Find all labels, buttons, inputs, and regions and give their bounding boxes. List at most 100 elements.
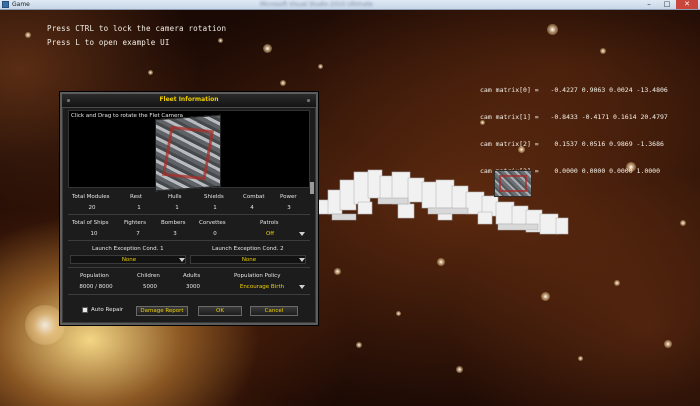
launch-cond1-label: Launch Exception Cond. 1 <box>92 246 164 252</box>
value-total-modules: 20 <box>88 205 96 211</box>
launch-cond2-select[interactable]: None <box>190 255 306 264</box>
value-rest: 1 <box>137 205 141 211</box>
divider <box>68 267 310 268</box>
patrols-select-value[interactable]: Off <box>260 231 280 237</box>
dialog-title: Fleet Information <box>159 96 219 103</box>
value-corvettes: 0 <box>213 231 217 237</box>
rune-cube-module <box>494 170 532 197</box>
value-bombers: 3 <box>173 231 177 237</box>
launch-cond1-value: None <box>121 257 137 263</box>
preview-module-cube <box>155 114 221 192</box>
fleet-ship-model[interactable] <box>317 162 578 252</box>
ship-block <box>339 179 357 211</box>
ship-block <box>407 177 425 203</box>
dialog-scrollbar[interactable] <box>310 182 314 194</box>
header-hulls: Hulls <box>168 194 182 200</box>
rune-icon <box>161 125 215 181</box>
cam-matrix-row: cam matrix[0] = -0.4227 0.9063 0.0024 -1… <box>480 86 668 94</box>
star <box>396 311 401 316</box>
header-population: Population <box>80 273 109 279</box>
damage-report-button[interactable]: Damage Report <box>136 306 188 316</box>
ship-block-shade <box>377 197 409 205</box>
value-children: 5000 <box>143 284 157 290</box>
header-total-ships: Total of Ships <box>72 220 109 226</box>
header-corvettes: Corvettes <box>199 220 226 226</box>
divider <box>68 294 310 295</box>
star <box>664 340 672 348</box>
auto-repair-label: Auto Repair <box>91 307 124 313</box>
ok-button[interactable]: OK <box>198 306 242 316</box>
star <box>356 342 362 348</box>
star <box>25 32 31 38</box>
fleet-camera-preview[interactable]: Click and Drag to rotate the Flet Camera <box>68 110 310 192</box>
ship-block <box>435 179 455 211</box>
star <box>547 24 558 35</box>
header-fighters: Fighters <box>124 220 146 226</box>
value-fighters: 7 <box>136 231 140 237</box>
star <box>456 366 463 373</box>
header-patrols: Patrols <box>260 220 279 226</box>
star <box>334 268 341 275</box>
chevron-down-icon[interactable] <box>299 232 305 236</box>
ship-blocks <box>317 169 569 235</box>
ship-block <box>451 185 469 211</box>
window-title: Game <box>12 1 30 8</box>
ship-block <box>353 171 371 205</box>
header-bombers: Bombers <box>161 220 186 226</box>
value-power: 3 <box>287 205 291 211</box>
star <box>600 48 606 54</box>
star <box>437 258 445 266</box>
star <box>578 356 583 361</box>
hint-camera-lock: Press CTRL to lock the camera rotation <box>47 24 227 33</box>
ship-block-shade <box>331 213 357 221</box>
chevron-down-icon[interactable] <box>299 285 305 289</box>
star <box>148 70 153 75</box>
header-rest: Rest <box>130 194 142 200</box>
ship-block <box>539 213 559 235</box>
header-children: Children <box>137 273 160 279</box>
value-population: 8000 / 8000 <box>79 284 113 290</box>
hint-example-ui: Press L to open example UI <box>47 38 170 47</box>
value-adults: 3000 <box>186 284 200 290</box>
window-titlebar: Game Microsoft Visual Studio 2010 Ultima… <box>0 0 700 10</box>
chevron-down-icon <box>299 258 305 262</box>
fleet-information-dialog: Fleet Information Click and Drag to rota… <box>60 92 318 325</box>
divider <box>68 240 310 241</box>
cancel-button[interactable]: Cancel <box>250 306 298 316</box>
divider <box>68 214 310 215</box>
header-total-modules: Total Modules <box>72 194 110 200</box>
star <box>218 38 223 43</box>
minimize-button[interactable]: – <box>640 0 658 9</box>
value-shields: 1 <box>213 205 217 211</box>
star <box>541 292 550 301</box>
cam-matrix-row: cam matrix[1] = -0.8433 -0.4171 0.1614 2… <box>480 113 668 121</box>
star <box>680 220 686 226</box>
app-icon <box>2 1 9 8</box>
header-power: Power <box>280 194 297 200</box>
chevron-down-icon <box>179 258 185 262</box>
close-button[interactable]: ✕ <box>676 0 698 9</box>
ship-block <box>421 181 439 209</box>
ship-block <box>495 201 515 225</box>
header-shields: Shields <box>204 194 224 200</box>
maximize-button[interactable]: □ <box>658 0 676 9</box>
launch-cond1-select[interactable]: None <box>70 255 186 264</box>
value-combat: 4 <box>250 205 254 211</box>
header-combat: Combat <box>243 194 265 200</box>
cam-matrix-row: cam matrix[2] = 0.1537 0.0516 0.9869 -1.… <box>480 140 664 148</box>
ship-block <box>477 211 493 225</box>
value-total-ships: 10 <box>90 231 98 237</box>
ship-block-shade <box>497 223 539 231</box>
value-hulls: 1 <box>175 205 179 211</box>
auto-repair-checkbox[interactable] <box>82 307 88 313</box>
ship-block <box>555 217 569 235</box>
star <box>280 80 286 86</box>
ship-block-shade <box>427 207 469 215</box>
header-population-policy: Population Policy <box>234 273 281 279</box>
population-policy-select-value[interactable]: Encourage Birth <box>234 284 290 290</box>
star <box>614 280 620 286</box>
ship-block <box>511 205 529 227</box>
ship-block <box>465 191 485 215</box>
ship-block <box>357 201 373 215</box>
ship-block <box>397 203 415 219</box>
